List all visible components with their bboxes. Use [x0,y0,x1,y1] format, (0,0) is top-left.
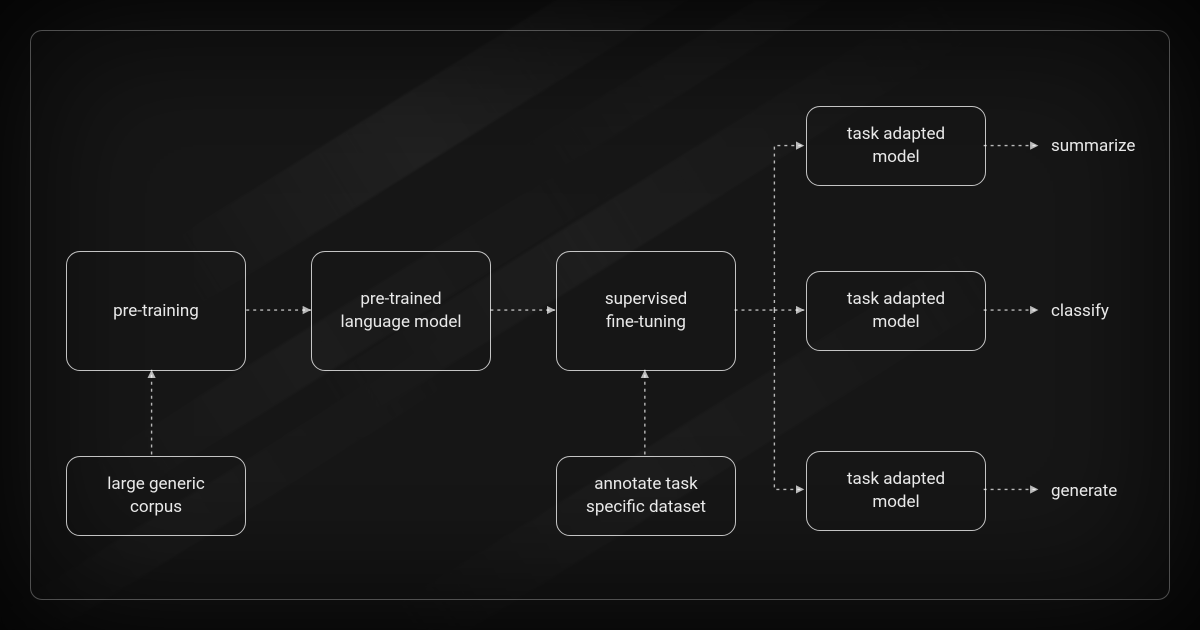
node-task-model-2: task adaptedmodel [806,271,986,351]
node-annotate-dataset: annotate taskspecific dataset [556,456,736,536]
node-label: task adaptedmodel [847,468,945,514]
node-label: task adaptedmodel [847,288,945,334]
node-label: supervisedfine-tuning [605,288,687,334]
diagram-panel: pre-training large genericcorpus pre-tra… [30,30,1170,600]
diagram-stage: pre-training large genericcorpus pre-tra… [0,0,1200,630]
node-corpus: large genericcorpus [66,456,246,536]
node-label: annotate taskspecific dataset [586,473,706,519]
output-summarize: summarize [1051,135,1135,157]
node-label: large genericcorpus [107,473,205,519]
output-classify: classify [1051,300,1109,322]
node-supervised-ft: supervisedfine-tuning [556,251,736,371]
node-label: pre-trainedlanguage model [340,288,461,334]
node-task-model-3: task adaptedmodel [806,451,986,531]
node-pretrained-lm: pre-trainedlanguage model [311,251,491,371]
node-pre-training: pre-training [66,251,246,371]
node-label: task adaptedmodel [847,123,945,169]
output-generate: generate [1051,480,1117,502]
node-task-model-1: task adaptedmodel [806,106,986,186]
node-label: pre-training [113,300,199,323]
